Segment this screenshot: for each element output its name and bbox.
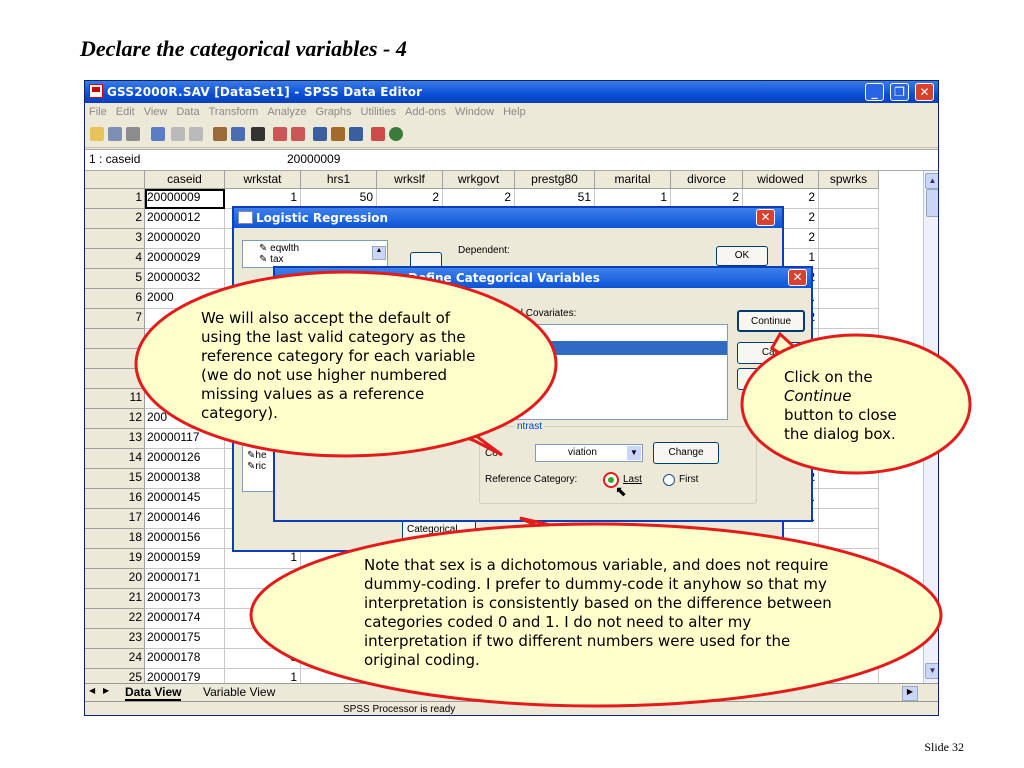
right-callout-line-italic: Continue <box>784 387 852 405</box>
right-callout-text: Click on the Continue button to close th… <box>784 368 924 444</box>
right-callout-line: button to close <box>784 406 897 424</box>
right-callout-line: Click on the <box>784 368 873 386</box>
right-callout-line: the dialog box. <box>784 425 896 443</box>
bottom-callout-text: Note that sex is a dichotomous variable,… <box>364 556 832 669</box>
left-callout-text: We will also accept the default of using… <box>201 309 476 422</box>
slide-number: Slide 32 <box>924 740 964 754</box>
